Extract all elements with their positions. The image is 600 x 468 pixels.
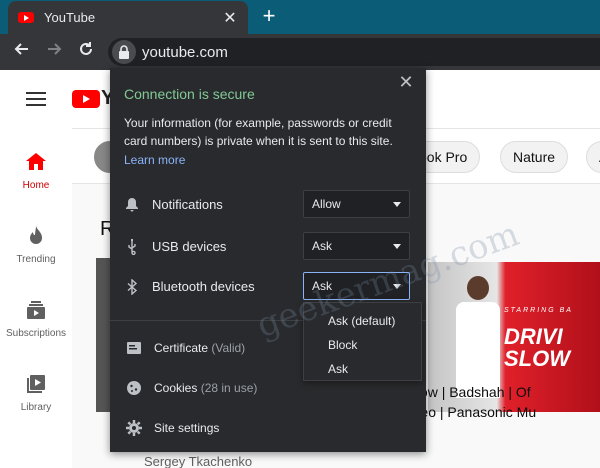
permission-label: Bluetooth devices bbox=[152, 279, 255, 294]
permission-row-usb: USB devices Ask bbox=[110, 232, 426, 262]
new-tab-button[interactable]: + bbox=[258, 5, 280, 27]
sidebar-item-trending[interactable]: Trending bbox=[0, 224, 72, 265]
site-settings-label: Site settings bbox=[154, 421, 220, 435]
sidebar-item-home[interactable]: Home bbox=[0, 150, 72, 191]
sidebar-item-label: Library bbox=[20, 402, 52, 413]
sidebar-item-label: Home bbox=[22, 180, 50, 191]
browser-tab-strip: YouTube ✕ + bbox=[0, 0, 600, 34]
dropdown-option-ask[interactable]: Ask bbox=[304, 357, 421, 381]
sidebar-item-subscriptions[interactable]: Subscriptions bbox=[0, 298, 72, 339]
permission-label: Notifications bbox=[152, 197, 223, 212]
certificate-icon bbox=[127, 342, 141, 354]
screenshot-root: YouTube ✕ + youtube.com Yo bbox=[0, 0, 600, 468]
browser-tab[interactable]: YouTube ✕ bbox=[8, 1, 248, 34]
gear-icon bbox=[126, 420, 142, 436]
library-icon bbox=[27, 375, 45, 393]
site-info-popup: ✕ Connection is secure Your information … bbox=[110, 68, 426, 452]
url-text: youtube.com bbox=[142, 43, 228, 61]
site-settings-row[interactable]: Site settings bbox=[110, 414, 426, 444]
select-value: Allow bbox=[312, 197, 341, 211]
sidebar-item-label: Trending bbox=[16, 254, 56, 265]
lock-icon[interactable] bbox=[112, 40, 136, 64]
browser-toolbar: youtube.com bbox=[0, 34, 600, 70]
sidebar-item-label: Subscriptions bbox=[5, 328, 67, 339]
bell-icon bbox=[126, 198, 138, 212]
home-icon bbox=[26, 153, 46, 170]
cookies-label: Cookies (28 in use) bbox=[154, 381, 258, 395]
subscriptions-icon bbox=[27, 301, 45, 319]
notifications-select[interactable]: Allow bbox=[303, 190, 410, 218]
connection-status-title: Connection is secure bbox=[124, 86, 255, 102]
sidebar-item-library[interactable]: Library bbox=[0, 372, 72, 413]
reload-icon[interactable] bbox=[74, 40, 98, 64]
usb-icon bbox=[128, 239, 136, 255]
back-arrow-icon[interactable] bbox=[10, 40, 34, 64]
chip-nature[interactable]: Nature bbox=[500, 141, 569, 173]
forward-arrow-icon[interactable] bbox=[42, 40, 66, 64]
menu-icon[interactable] bbox=[26, 92, 46, 110]
thumbnail-title: STARRING BA DRIVI SLOW bbox=[504, 307, 573, 371]
flame-icon bbox=[30, 226, 42, 244]
address-bar[interactable]: youtube.com bbox=[108, 38, 600, 66]
youtube-logo-icon[interactable] bbox=[72, 90, 100, 108]
chevron-down-icon bbox=[393, 244, 401, 249]
chevron-down-icon bbox=[393, 202, 401, 207]
permission-row-notifications: Notifications Allow bbox=[110, 190, 426, 220]
learn-more-link[interactable]: Learn more bbox=[124, 153, 185, 167]
permission-label: USB devices bbox=[152, 239, 227, 254]
bluetooth-icon bbox=[127, 279, 138, 295]
certificate-label: Certificate (Valid) bbox=[154, 341, 246, 355]
channel-name[interactable]: Sergey Tkachenko bbox=[144, 454, 252, 468]
youtube-favicon-icon bbox=[18, 12, 34, 23]
connection-description: Your information (for example, passwords… bbox=[124, 116, 393, 148]
youtube-sidebar: Home Trending Subscriptions Library bbox=[0, 128, 72, 468]
select-value: Ask bbox=[312, 239, 333, 253]
dropdown-option-block[interactable]: Block bbox=[304, 333, 421, 357]
tab-close-icon[interactable]: ✕ bbox=[222, 10, 238, 27]
tab-title: YouTube bbox=[44, 10, 96, 25]
cookie-icon bbox=[127, 381, 141, 395]
close-icon[interactable]: ✕ bbox=[396, 72, 416, 92]
chip-partial[interactable]: A bbox=[586, 141, 600, 173]
